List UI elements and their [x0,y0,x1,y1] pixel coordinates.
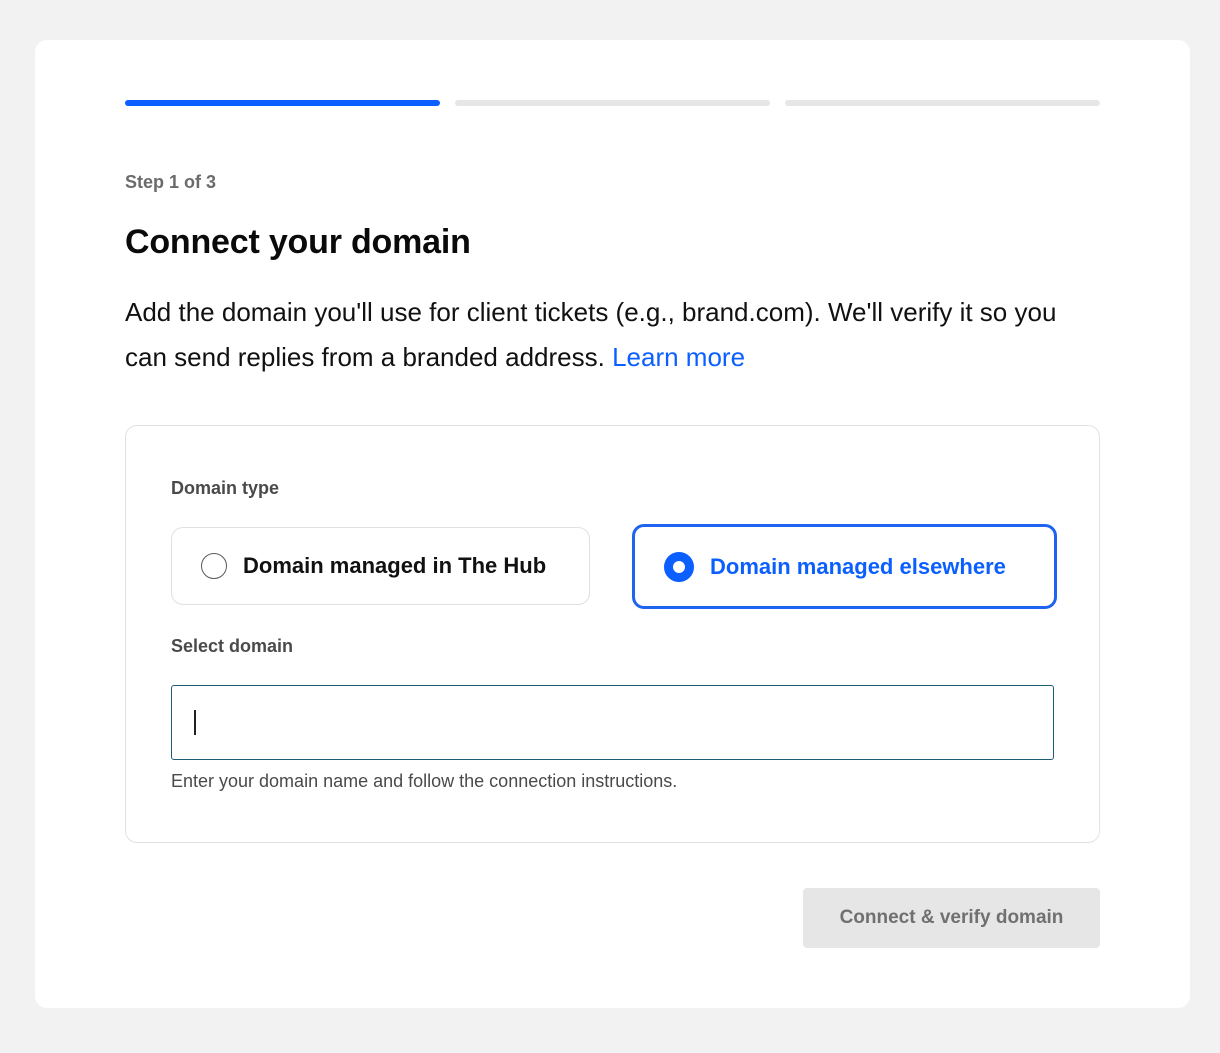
option-label: Domain managed in The Hub [243,553,547,578]
step-indicator: Step 1 of 3 [125,172,217,192]
radio-checked-icon[interactable] [664,551,694,582]
domain-form-panel: Domain type Domain managed in The Hub Do… [125,425,1100,843]
option-domain-managed-in-hub[interactable]: Domain managed in The Hub [171,527,590,605]
setup-card: Step 1 of 3 Connect your domain Add the … [35,40,1190,1008]
domain-helper-text: Enter your domain name and follow the co… [171,771,678,791]
progress-segment-3 [785,100,1100,106]
connect-verify-domain-button[interactable]: Connect & verify domain [803,888,1100,948]
learn-more-link[interactable]: Learn more [612,342,745,372]
domain-input[interactable] [171,685,1054,760]
domain-type-label: Domain type [171,478,280,498]
progress-segment-1 [125,100,440,106]
option-domain-managed-elsewhere[interactable]: Domain managed elsewhere [632,524,1057,609]
step-progress [125,100,1100,106]
text-caret [194,710,196,735]
option-label: Domain managed elsewhere [710,553,1006,579]
progress-segment-2 [455,100,770,106]
page-description: Add the domain you'll use for client tic… [125,290,1105,380]
select-domain-label: Select domain [171,636,294,656]
page-title: Connect your domain [125,223,471,261]
description-text: Add the domain you'll use for client tic… [125,297,1057,372]
radio-unchecked-icon[interactable] [201,553,227,579]
